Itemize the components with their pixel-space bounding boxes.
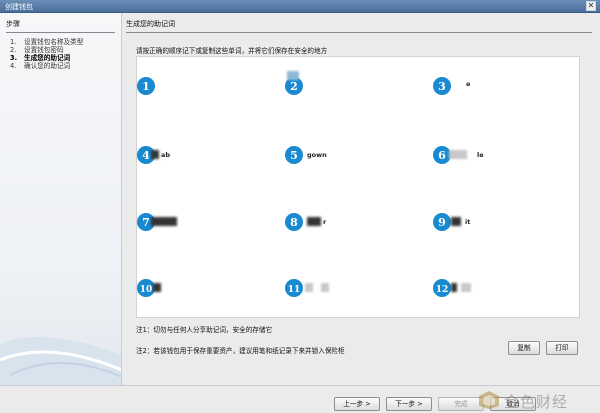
title-bar: 创建钱包 ✕ — [0, 0, 600, 13]
redaction-blur — [321, 283, 329, 292]
svg-text:9: 9 — [438, 216, 446, 229]
watermark-logo-icon — [479, 391, 499, 409]
svg-text:12: 12 — [436, 285, 449, 295]
svg-text:8: 8 — [290, 216, 298, 229]
word-text: r — [323, 218, 327, 226]
steps-heading: 步骤 — [6, 19, 115, 33]
mnemonic-word-5: 5 gown — [285, 146, 425, 166]
close-icon[interactable]: ✕ — [586, 1, 596, 11]
watermark-text: 金色财经 — [504, 393, 569, 411]
redaction-blur — [461, 283, 471, 292]
number-badge-icon: 3 — [433, 77, 451, 95]
window-title: 创建钱包 — [5, 3, 33, 11]
mnemonic-word-2: 2 — [285, 71, 425, 97]
svg-text:7: 7 — [142, 216, 150, 229]
previous-button[interactable]: 上一步 > — [334, 397, 380, 411]
redaction-blur — [305, 283, 313, 292]
word-text: e — [466, 80, 471, 88]
word-text: gown — [307, 151, 327, 159]
number-badge-icon: 1 — [137, 77, 155, 95]
svg-text:5: 5 — [290, 149, 298, 162]
mnemonic-word-11: 11 — [285, 279, 425, 299]
number-badge-icon: 12 — [433, 279, 451, 297]
redaction-blur — [151, 217, 177, 226]
mnemonic-word-4: 4 ab — [137, 146, 277, 166]
word-text: it — [465, 218, 471, 226]
steps-sidebar: 步骤 1. 设置钱包名称及类型 2. 设置钱包密码 3. 生成您的助记词 4. 确认您的… — [0, 13, 122, 385]
security-note-2: 注2：若该钱包用于保存重要资产，建议用笔和纸记录下来并锁入保险柜 — [136, 347, 345, 355]
security-note-1: 注1：切勿与任何人分享助记词，安全的存储它 — [136, 326, 273, 334]
mnemonic-word-3: 3 e — [433, 77, 573, 97]
mnemonic-word-7: 7 — [137, 213, 277, 233]
main-panel: 生成您的助记词 请按正确的顺序记下或复制这些单词，并将它们保存在安全的地方 1 … — [122, 13, 600, 385]
svg-text:11: 11 — [288, 285, 301, 295]
mnemonic-word-12: 12 — [433, 279, 573, 299]
next-button[interactable]: 下一步 > — [386, 397, 432, 411]
page-title: 生成您的助记词 — [126, 19, 592, 33]
wizard-footer: 上一步 > 下一步 > 完成 取消 金色财经 — [0, 385, 600, 413]
word-text: le — [477, 151, 484, 159]
mnemonic-word-8: 8 r — [285, 213, 425, 233]
word-text: ab — [161, 151, 171, 159]
step-item-4: 4. 确认您的助记词 — [10, 62, 71, 70]
svg-text:6: 6 — [438, 149, 446, 162]
redaction-blur — [153, 283, 161, 292]
redaction-blur — [151, 150, 159, 159]
number-badge-icon: 5 — [285, 146, 303, 164]
number-badge-icon: 8 — [285, 213, 303, 231]
instruction-text: 请按正确的顺序记下或复制这些单词，并将它们保存在安全的地方 — [136, 47, 328, 55]
redaction-blur — [451, 283, 457, 292]
mnemonic-word-1: 1 — [137, 77, 277, 97]
number-badge-icon: 11 — [285, 279, 303, 297]
mnemonic-word-9: 9 it — [433, 213, 573, 233]
mnemonic-word-grid: 1 2 3 e 4 ab 5 gown 6 le 7 8 r 9 it 10 1… — [136, 56, 580, 318]
watermark: 金色财经 — [478, 389, 592, 411]
number-badge-icon: 9 — [433, 213, 451, 231]
copy-button[interactable]: 复制 — [508, 341, 540, 355]
mnemonic-word-6: 6 le — [433, 146, 573, 166]
redaction-blur — [287, 71, 299, 80]
svg-text:1: 1 — [142, 80, 150, 93]
svg-text:4: 4 — [142, 149, 150, 162]
redaction-blur — [307, 217, 321, 226]
sidebar-swoosh-decoration — [0, 337, 121, 385]
mnemonic-word-10: 10 — [137, 279, 277, 299]
svg-text:3: 3 — [438, 80, 446, 93]
redaction-blur — [451, 217, 461, 226]
svg-text:2: 2 — [290, 80, 298, 93]
print-button[interactable]: 打印 — [546, 341, 578, 355]
svg-text:10: 10 — [140, 285, 153, 295]
redaction-blur — [449, 150, 467, 159]
